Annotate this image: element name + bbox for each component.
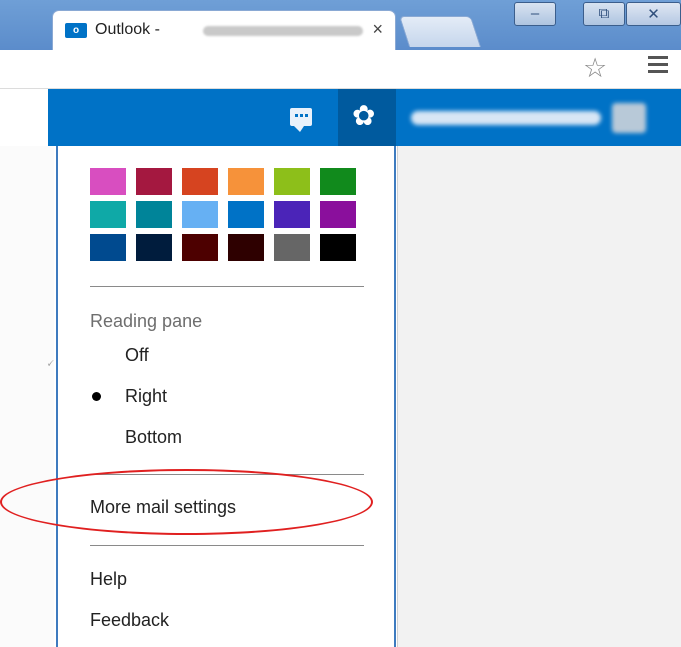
close-icon: ✕ xyxy=(647,6,660,23)
divider xyxy=(90,474,364,475)
minimize-button[interactable]: – xyxy=(514,2,556,26)
divider xyxy=(90,545,364,546)
theme-color-swatch[interactable] xyxy=(274,234,310,261)
theme-color-swatch[interactable] xyxy=(136,234,172,261)
theme-color-swatch[interactable] xyxy=(182,168,218,195)
theme-color-swatch[interactable] xyxy=(320,168,356,195)
browser-menu-icon[interactable] xyxy=(648,56,668,77)
divider xyxy=(90,286,364,287)
theme-color-swatch[interactable] xyxy=(90,234,126,261)
user-name-redacted[interactable] xyxy=(411,111,601,125)
avatar[interactable] xyxy=(612,103,646,133)
help-link[interactable]: Help xyxy=(90,569,127,590)
theme-color-swatch[interactable] xyxy=(136,168,172,195)
theme-color-swatch[interactable] xyxy=(90,201,126,228)
outlook-favicon-icon: o xyxy=(65,23,87,38)
tab-close-icon[interactable]: × xyxy=(372,19,383,40)
theme-color-swatch[interactable] xyxy=(320,234,356,261)
theme-color-swatch[interactable] xyxy=(182,234,218,261)
bookmark-star-icon[interactable]: ☆ xyxy=(583,53,607,84)
reading-area xyxy=(397,146,681,647)
feedback-link[interactable]: Feedback xyxy=(90,610,169,631)
theme-color-swatch[interactable] xyxy=(274,201,310,228)
chat-icon[interactable] xyxy=(290,108,312,132)
theme-color-swatch[interactable] xyxy=(274,168,310,195)
browser-titlebar: o Outlook - × – ⧉ ✕ xyxy=(0,0,681,50)
outlook-header: ✿ xyxy=(48,89,681,146)
theme-color-swatch[interactable] xyxy=(228,234,264,261)
browser-tab-outlook[interactable]: o Outlook - × xyxy=(52,10,396,50)
restore-button[interactable]: ⧉ xyxy=(583,2,625,26)
left-edge: 🗸 xyxy=(0,146,54,647)
reading-pane-right[interactable]: Right xyxy=(125,386,167,407)
minimize-icon: – xyxy=(530,5,540,22)
settings-button[interactable]: ✿ xyxy=(338,89,396,146)
tab-title: Outlook - xyxy=(95,21,160,38)
gear-icon: ✿ xyxy=(352,100,376,131)
reading-pane-bottom[interactable]: Bottom xyxy=(125,427,182,448)
theme-color-swatch[interactable] xyxy=(320,201,356,228)
theme-color-swatch[interactable] xyxy=(90,168,126,195)
settings-panel: Reading pane Off Right Bottom More mail … xyxy=(0,146,396,647)
theme-color-swatch[interactable] xyxy=(136,201,172,228)
left-edge-mark: 🗸 xyxy=(46,356,55,370)
theme-color-swatch[interactable] xyxy=(228,201,264,228)
close-window-button[interactable]: ✕ xyxy=(626,2,681,26)
selected-bullet-icon xyxy=(92,392,101,401)
restore-icon: ⧉ xyxy=(598,5,610,22)
more-mail-settings-link[interactable]: More mail settings xyxy=(90,497,236,518)
new-tab-button[interactable] xyxy=(398,16,482,47)
theme-color-swatch[interactable] xyxy=(182,201,218,228)
reading-pane-off[interactable]: Off xyxy=(125,345,149,366)
browser-toolbar: ☆ xyxy=(0,50,681,89)
tab-title-redacted xyxy=(203,26,363,36)
theme-color-swatch[interactable] xyxy=(228,168,264,195)
reading-pane-label: Reading pane xyxy=(90,311,203,331)
